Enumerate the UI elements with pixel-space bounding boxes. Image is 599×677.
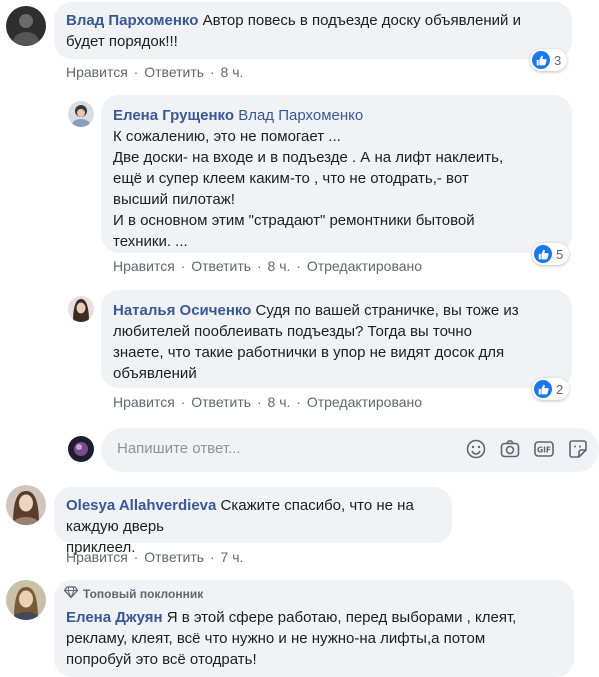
like-link[interactable]: Нравится xyxy=(66,549,128,565)
emoji-icon[interactable] xyxy=(465,438,487,460)
avatar-vlad[interactable] xyxy=(6,6,46,46)
comment-text-line: рекламу, клеят, всё что нужно и не нужно… xyxy=(66,630,486,647)
comment-text-line: Две доски- на входе и в подъезде . А на … xyxy=(113,149,504,166)
avatar-elena-dzhuyan[interactable] xyxy=(6,580,46,620)
current-user-avatar xyxy=(68,436,94,462)
edited-label[interactable]: Отредактировано xyxy=(307,394,422,410)
comment-text-line: попробуй это всё отодрать! xyxy=(66,651,257,668)
comment-author[interactable]: Елена Грущенко xyxy=(113,107,234,124)
comment-text-line: высший пилотаж! xyxy=(113,191,235,208)
timestamp[interactable]: 8 ч. xyxy=(221,64,244,80)
separator-dot: · xyxy=(180,394,186,410)
like-link[interactable]: Нравится xyxy=(113,394,175,410)
separator-dot: · xyxy=(296,258,301,274)
comment-text-line: объявлений xyxy=(113,365,197,382)
comment-author[interactable]: Влад Пархоменко xyxy=(66,12,198,29)
comment-actions: Нравится · Ответить · 8 ч. · Отредактиро… xyxy=(113,393,422,411)
like-reaction-icon xyxy=(534,380,552,398)
camera-icon[interactable] xyxy=(499,438,521,460)
reply-link[interactable]: Ответить xyxy=(191,258,251,274)
edited-label[interactable]: Отредактировано xyxy=(307,258,422,274)
reply-placeholder[interactable]: Напишите ответ... xyxy=(117,440,241,457)
comment-bubble: Наталья Осиченко Судя по вашей страничке… xyxy=(101,290,572,388)
comment-author[interactable]: Olesya Allahverdieva xyxy=(66,497,216,514)
comment-actions: Нравится · Ответить · 7 ч. xyxy=(66,548,243,566)
comment-text-line: Судя по вашей страничке, вы тоже из xyxy=(255,302,519,319)
comment-text-line: ещё и супер клеем каким-то , что не отод… xyxy=(113,170,469,187)
comment-author[interactable]: Наталья Осиченко xyxy=(113,302,251,319)
comment-text-line: техники. ... xyxy=(113,233,188,250)
reaction-number: 3 xyxy=(554,52,562,68)
separator-dot: · xyxy=(256,258,262,274)
comment-text-line: будет порядок!!! xyxy=(66,33,178,50)
separator-dot: · xyxy=(133,64,139,80)
like-link[interactable]: Нравится xyxy=(113,258,175,274)
comment-author[interactable]: Елена Джуян xyxy=(66,609,163,626)
top-fan-label: Топовый поклонник xyxy=(83,586,204,601)
comment-text-line: знаете, что такие работнички в упор не в… xyxy=(113,344,505,361)
separator-dot: · xyxy=(180,258,186,274)
reply-input[interactable]: Напишите ответ... GIF xyxy=(101,428,599,472)
like-reaction-icon xyxy=(534,245,552,263)
comment-actions: Нравится · Ответить · 8 ч. · Отредактиро… xyxy=(113,257,422,275)
reply-link[interactable]: Ответить xyxy=(191,394,251,410)
separator-dot: · xyxy=(209,64,215,80)
reaction-number: 5 xyxy=(556,246,564,262)
comment-actions: Нравится · Ответить · 8 ч. xyxy=(66,63,243,81)
comment-text-line: И в основном этим "страдают" ремонтники … xyxy=(113,212,475,229)
reply-tools: GIF xyxy=(465,438,589,460)
comment-bubble: Olesya Allahverdieva Скажите спасибо, чт… xyxy=(54,487,452,556)
timestamp[interactable]: 7 ч. xyxy=(221,549,244,565)
diamond-icon xyxy=(63,586,79,601)
top-fan-badge[interactable]: Топовый поклонник xyxy=(63,586,204,601)
reply-link[interactable]: Ответить xyxy=(144,64,204,80)
timestamp[interactable]: 8 ч. xyxy=(268,394,291,410)
reaction-count[interactable]: 2 xyxy=(532,378,570,400)
avatar-natalya[interactable] xyxy=(68,296,94,322)
gif-icon[interactable]: GIF xyxy=(533,438,555,460)
separator-dot: · xyxy=(133,549,139,565)
separator-dot: · xyxy=(296,394,301,410)
reaction-count[interactable]: 5 xyxy=(532,243,570,265)
reaction-number: 2 xyxy=(556,381,564,397)
comment-text-line: К сожалению, это не помогает ... xyxy=(113,128,341,145)
mention-link[interactable]: Влад Пархоменко xyxy=(238,107,363,124)
svg-text:GIF: GIF xyxy=(537,446,551,455)
separator-dot: · xyxy=(256,394,262,410)
like-link[interactable]: Нравится xyxy=(66,64,128,80)
timestamp[interactable]: 8 ч. xyxy=(268,258,291,274)
comment-text-line: любителей пооблеивать подъезды? Тогда вы… xyxy=(113,323,473,340)
avatar-elena-grushchenko[interactable] xyxy=(68,101,94,127)
comment-text-line: Я в этой сфере работаю, перед выборами ,… xyxy=(166,609,517,626)
reaction-count[interactable]: 3 xyxy=(530,49,568,71)
separator-dot: · xyxy=(209,549,215,565)
reply-link[interactable]: Ответить xyxy=(144,549,204,565)
avatar-olesya[interactable] xyxy=(6,485,46,525)
like-reaction-icon xyxy=(532,51,550,69)
comment-text-line: Автор повесь в подъезде доску объявлений… xyxy=(202,12,521,29)
sticker-icon[interactable] xyxy=(567,438,589,460)
comment-bubble: Влад Пархоменко Автор повесь в подъезде … xyxy=(54,2,572,59)
comment-bubble: Елена Грущенко Влад Пархоменко К сожален… xyxy=(101,95,572,253)
